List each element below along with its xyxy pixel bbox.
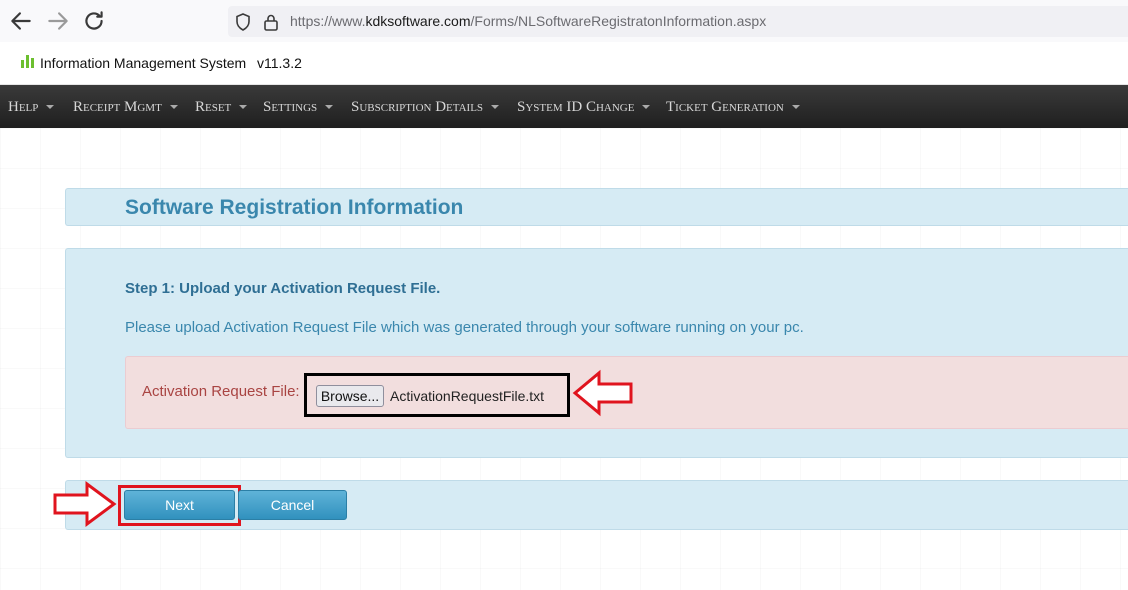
app-title: Information Management System (40, 55, 247, 71)
shield-icon[interactable] (233, 12, 253, 32)
caret-down-icon (791, 105, 800, 109)
bar-chart-icon (20, 53, 36, 69)
next-button[interactable]: Next (124, 490, 235, 520)
caret-down-icon (325, 105, 334, 109)
menu-label: System ID Change (517, 98, 635, 115)
caret-down-icon (491, 105, 500, 109)
menu-system-id-change[interactable]: System ID Change (517, 98, 651, 116)
selected-file-name: ActivationRequestFile.txt (390, 388, 545, 404)
menu-subscription-details[interactable]: Subscription Details (351, 98, 500, 116)
menu-receipt-mgmt[interactable]: Receipt Mgmt (73, 98, 178, 116)
annotation-arrow-left-icon (572, 369, 633, 417)
file-input[interactable]: Browse... ActivationRequestFile.txt (304, 373, 570, 417)
browser-toolbar: https://www.kdksoftware.com/Forms/NLSoft… (0, 0, 1128, 42)
url-path: /Forms/NLSoftwareRegistratonInformation.… (470, 13, 767, 29)
menu-label: Ticket Generation (666, 98, 784, 115)
menu-label: Receipt Mgmt (73, 98, 162, 115)
lock-icon[interactable] (261, 12, 281, 32)
cancel-button[interactable]: Cancel (238, 490, 347, 520)
app-version: v11.3.2 (257, 55, 302, 71)
menu-label: Reset (195, 98, 232, 115)
caret-down-icon (169, 105, 178, 109)
url-host: kdksoftware.com (365, 13, 471, 29)
title-panel: Software Registration Information (65, 188, 1128, 226)
url-prefix: https://www. (290, 13, 366, 29)
caret-down-icon (239, 105, 248, 109)
caret-down-icon (46, 105, 55, 109)
app-header: Information Management System v11.3.2 (0, 42, 1128, 85)
page-title: Software Registration Information (125, 196, 464, 219)
url-text[interactable]: https://www.kdksoftware.com/Forms/NLSoft… (290, 13, 766, 29)
annotation-arrow-right-icon (53, 481, 117, 527)
menu-settings[interactable]: Settings (263, 98, 334, 116)
main-menu: Help Receipt Mgmt Reset Settings Subscri… (0, 85, 1128, 128)
caret-down-icon (642, 105, 651, 109)
forward-icon[interactable] (45, 8, 71, 34)
menu-label: Subscription Details (351, 98, 484, 115)
back-icon[interactable] (8, 8, 34, 34)
browse-button[interactable]: Browse... (316, 385, 384, 407)
menu-label: Settings (263, 98, 318, 115)
file-field-label: Activation Request File: (142, 383, 300, 400)
menu-ticket-generation[interactable]: Ticket Generation (666, 98, 800, 116)
menu-reset[interactable]: Reset (195, 98, 248, 116)
step-title: Step 1: Upload your Activation Request F… (125, 280, 441, 297)
menu-help[interactable]: Help (8, 98, 55, 116)
step-description: Please upload Activation Request File wh… (125, 319, 804, 336)
menu-label: Help (8, 98, 39, 115)
reload-icon[interactable] (81, 8, 107, 34)
address-bar[interactable]: https://www.kdksoftware.com/Forms/NLSoft… (228, 6, 1128, 37)
